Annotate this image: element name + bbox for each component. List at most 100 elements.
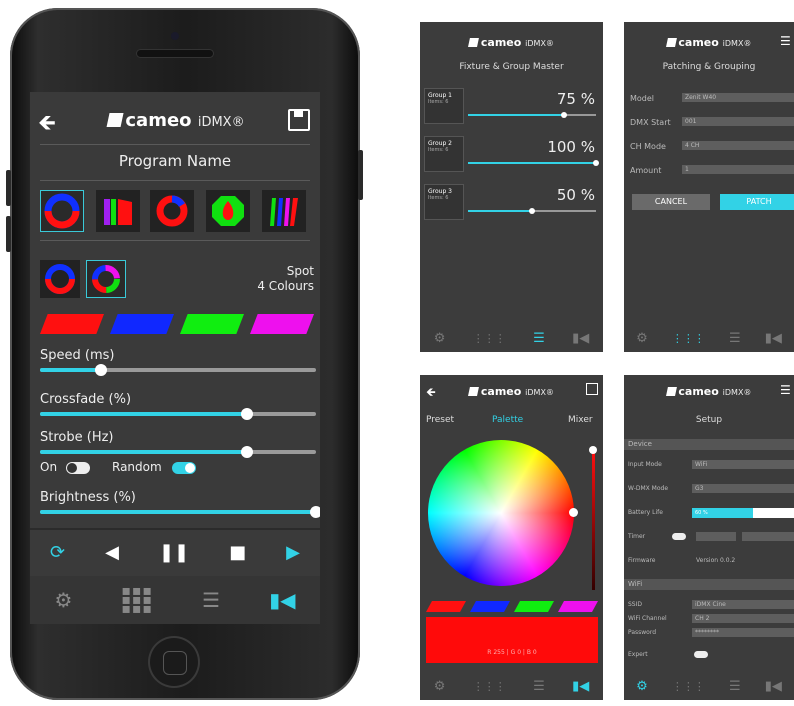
sliders-icon[interactable]: ☰ [533, 331, 545, 346]
timer-toggle[interactable] [672, 533, 686, 540]
spotlight-icon[interactable]: ▮◀ [765, 679, 782, 694]
home-button[interactable] [150, 638, 198, 686]
group-card[interactable]: Group 3 Items: 6 [424, 184, 464, 220]
program-tile-circle[interactable] [40, 190, 84, 232]
color-wheel[interactable] [428, 440, 578, 586]
color-swatch-magenta[interactable] [250, 314, 314, 334]
menu-icon[interactable]: ☰ [780, 383, 791, 397]
back-arrow-icon[interactable]: 🡸 [38, 106, 56, 144]
grid-icon[interactable]: ⋮⋮⋮ [672, 680, 705, 693]
program-tile-ring[interactable] [150, 190, 194, 232]
program-name[interactable]: Program Name [30, 152, 320, 170]
fixture-master-screen: cameo iDMX® Fixture & Group Master Group… [420, 22, 603, 352]
spotlight-icon[interactable]: ▮◀ [269, 588, 295, 612]
gear-icon[interactable]: ⚙ [434, 331, 446, 346]
slider-knob[interactable] [241, 408, 253, 420]
gear-icon[interactable]: ⚙ [636, 679, 648, 694]
slider-knob[interactable] [95, 364, 107, 376]
color-swatch-blue[interactable] [110, 314, 174, 334]
random-toggle[interactable] [172, 462, 196, 474]
group-knob[interactable] [529, 208, 535, 214]
grid-icon[interactable]: ⋮⋮⋮ [672, 332, 705, 345]
sliders-icon[interactable]: ☰ [202, 588, 220, 612]
patch-button[interactable]: PATCH [720, 194, 794, 210]
menu-icon[interactable]: ☰ [780, 34, 791, 48]
patch-dropdown[interactable]: 001 [682, 117, 794, 126]
gear-icon[interactable]: ⚙ [636, 331, 648, 346]
wifi-field[interactable]: iDMX Cine [692, 600, 794, 609]
patch-label: CH Mode [630, 142, 666, 151]
palette-swatch-blue[interactable] [470, 601, 510, 612]
sliders-icon[interactable]: ☰ [729, 331, 741, 346]
grid-icon[interactable]: ▪▪▪ ▪▪▪ ▪▪▪ [122, 584, 153, 616]
loop-icon[interactable]: ⟳ [50, 542, 65, 563]
wheel-handle[interactable] [569, 508, 578, 517]
palette-swatch-green[interactable] [514, 601, 554, 612]
gear-icon[interactable]: ⚙ [55, 588, 73, 612]
wifi-field[interactable]: ******** [692, 628, 794, 637]
section-device: Device [624, 439, 794, 450]
on-toggle[interactable] [66, 462, 90, 474]
grid-icon[interactable]: ⋮⋮⋮ [473, 332, 506, 345]
wifi-label: Expert [628, 651, 648, 658]
bottom-nav: ⚙ ▪▪▪ ▪▪▪ ▪▪▪ ☰ ▮◀ [30, 576, 320, 624]
tab-mixer[interactable]: Mixer [568, 415, 593, 425]
wifi-field[interactable]: CH 2 [692, 614, 794, 623]
slider-knob[interactable] [310, 506, 320, 518]
patch-dropdown[interactable]: 1 [682, 165, 794, 174]
sliders-icon[interactable]: ☰ [533, 679, 545, 694]
patch-dropdown[interactable]: Zenit W40 [682, 93, 794, 102]
spotlight-icon[interactable]: ▮◀ [765, 331, 782, 346]
setup-dropdown[interactable]: WiFi [692, 460, 794, 469]
patch-dropdown[interactable]: 4 CH [682, 141, 794, 150]
preset-tile-circle[interactable] [40, 260, 80, 298]
color-swatch-red[interactable] [40, 314, 104, 334]
stop-icon[interactable]: ■ [229, 542, 246, 563]
preset-tile-multicolor[interactable] [86, 260, 126, 298]
tab-palette[interactable]: Palette [492, 415, 523, 425]
palette-swatch-magenta[interactable] [558, 601, 598, 612]
cameo-logo: cameo iDMX® [106, 110, 245, 131]
patch-label: Amount [630, 166, 662, 175]
prev-icon[interactable]: ◀ [105, 542, 119, 563]
patch-label: Model [630, 94, 655, 103]
grid-icon[interactable]: ⋮⋮⋮ [473, 680, 506, 693]
earpiece-speaker [137, 50, 213, 57]
wifi-label: Password [628, 629, 657, 636]
spotlight-icon[interactable]: ▮◀ [572, 679, 589, 694]
program-tile-bars[interactable] [96, 190, 140, 232]
timer-minutes[interactable] [742, 532, 794, 541]
setup-label: W-DMX Mode [628, 485, 669, 492]
setup-dropdown[interactable]: G3 [692, 484, 794, 493]
cameo-logo: cameo iDMX® [420, 36, 603, 49]
color-swatch-green[interactable] [180, 314, 244, 334]
group-knob[interactable] [561, 112, 567, 118]
brightness-slider[interactable] [589, 446, 597, 590]
timer-hours[interactable] [696, 532, 736, 541]
slider-knob[interactable] [241, 446, 253, 458]
group-card[interactable]: Group 2 Items: 6 [424, 136, 464, 172]
on-label: On [40, 460, 58, 474]
palette-swatch-red[interactable] [426, 601, 466, 612]
save-icon[interactable] [288, 109, 310, 131]
group-value: 50 % [556, 186, 595, 204]
cancel-button[interactable]: CANCEL [632, 194, 710, 210]
play-icon[interactable]: ▶ [286, 542, 300, 563]
group-card[interactable]: Group 1 Items: 6 [424, 88, 464, 124]
wifi-label: WiFi Channel [628, 615, 667, 622]
color-preview: R 255 | G 0 | B 0 [426, 617, 598, 663]
screen-title: Fixture & Group Master [459, 62, 564, 72]
slider-label: Crossfade (%) [40, 392, 132, 407]
cameo-logo: cameo iDMX® [624, 36, 794, 49]
spotlight-icon[interactable]: ▮◀ [572, 331, 589, 346]
gear-icon[interactable]: ⚙ [434, 679, 446, 694]
program-tile-octagon[interactable] [206, 190, 250, 232]
program-tile-stripes[interactable] [262, 190, 306, 232]
tab-preset[interactable]: Preset [426, 415, 454, 425]
group-knob[interactable] [593, 160, 599, 166]
pause-icon[interactable]: ❚❚ [159, 542, 189, 563]
group-fill [468, 114, 564, 116]
save-icon[interactable] [586, 383, 598, 395]
expert-toggle[interactable] [694, 651, 708, 658]
sliders-icon[interactable]: ☰ [729, 679, 741, 694]
